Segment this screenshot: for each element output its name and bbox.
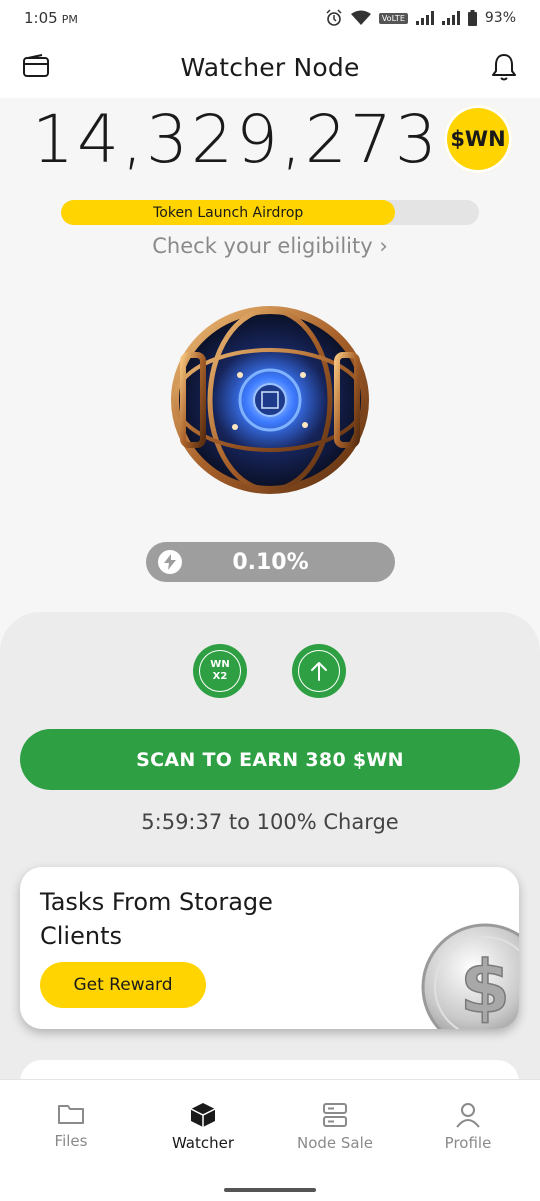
svg-text:$: $ [460,945,510,1029]
dollar-coin-icon: $ [421,923,519,1029]
server-icon [323,1103,347,1127]
charge-indicator: 0.10% [146,542,395,582]
nav-item-profile[interactable]: Profile [403,1102,533,1152]
home-indicator[interactable] [224,1188,316,1192]
nav-label-files: Files [54,1132,88,1150]
charge-percent: 0.10% [232,549,309,575]
tasks-card-title: Tasks From Storage Clients [40,888,273,950]
node-orb-image[interactable] [165,305,375,495]
nav-item-watcher[interactable]: Watcher [138,1102,268,1152]
arrow-up-icon [311,662,327,681]
status-time: 1:05 [24,9,58,27]
bell-icon[interactable] [490,52,518,82]
status-ampm: PM [61,13,78,26]
nav-label-node-sale: Node Sale [296,1134,374,1152]
nav-item-files[interactable]: Files [6,1102,136,1150]
charge-countdown: 5:59:37 to 100% Charge [141,810,399,834]
earn-panel [0,612,540,1112]
app-header: Watcher Node [0,36,540,98]
tasks-card[interactable]: Tasks From Storage Clients Get Reward $ [20,867,519,1029]
token-balance: 14,329,273 [32,101,440,178]
multiplier-label-line1: WN [210,659,230,670]
cube-icon [190,1103,216,1127]
airdrop-label: Token Launch Airdrop [153,204,304,221]
status-clock: 1:05 PM [24,9,78,27]
volte-badge: VoLTE [378,12,408,24]
wn-token-badge: $WN [444,105,512,173]
multiplier-button[interactable]: WN X2 [195,646,245,696]
nav-label-profile: Profile [444,1134,492,1152]
bottom-nav: Files Watcher Node Sale Profile [0,1079,540,1201]
nav-label-watcher: Watcher [171,1134,235,1152]
scan-to-earn-button[interactable]: SCAN TO EARN 380 $WN [20,729,520,790]
alarm-icon [326,9,342,26]
upgrade-button[interactable] [294,646,344,696]
nav-item-node-sale[interactable]: Node Sale [270,1102,400,1152]
page-title: Watcher Node [180,52,360,82]
battery-icon [467,10,477,26]
person-icon [456,1103,480,1128]
signal-icon-2 [441,11,460,25]
multiplier-label: WN X2 [210,659,229,683]
folder-icon [58,1105,84,1124]
airdrop-progress-bar[interactable]: Token Launch Airdrop [61,200,479,225]
airdrop-progress-fill: Token Launch Airdrop [61,200,396,225]
check-eligibility-link[interactable]: Check your eligibility › [0,234,540,258]
multiplier-label-line2: X2 [212,671,228,682]
signal-icon [415,11,434,25]
wallet-icon[interactable] [22,54,50,80]
battery-percent: 93% [484,10,516,26]
status-indicators: VoLTE 93% [325,9,516,27]
lightning-icon [158,550,182,574]
get-reward-button[interactable]: Get Reward [40,962,206,1008]
status-bar: 1:05 PM VoLTE 93% [0,0,540,36]
wifi-icon [350,10,371,25]
